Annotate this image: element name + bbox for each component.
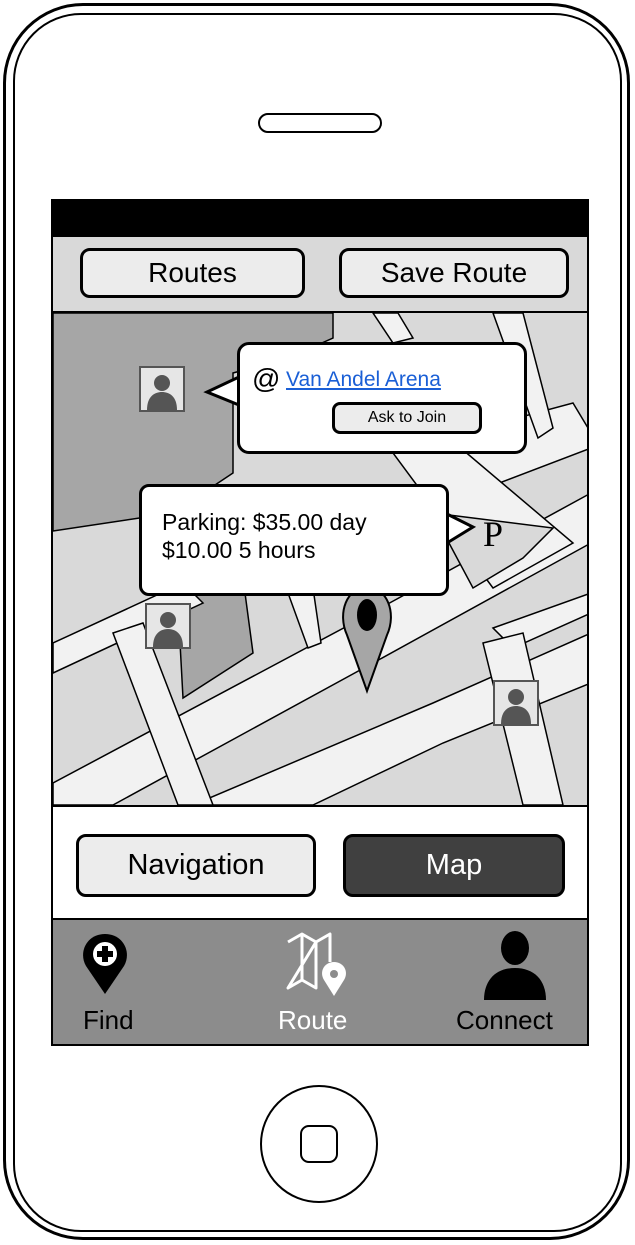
person-icon	[484, 931, 546, 1000]
parking-rate-day: Parking: $35.00 day	[162, 509, 367, 535]
home-button[interactable]	[260, 1085, 378, 1203]
parking-rate-hours: $10.00 5 hours	[162, 537, 316, 563]
status-bar	[53, 201, 587, 237]
bottom-tab-bar: Find Route Connect	[53, 920, 587, 1044]
routes-button[interactable]: Routes	[80, 248, 305, 298]
save-route-button[interactable]: Save Route	[339, 248, 569, 298]
phone-speaker	[258, 113, 382, 133]
folded-map-pin-icon	[286, 932, 346, 996]
map-button[interactable]: Map	[343, 834, 565, 897]
ask-to-join-button[interactable]: Ask to Join	[332, 402, 482, 434]
friend-avatar-icon[interactable]	[139, 366, 185, 412]
parking-marker[interactable]: P	[483, 513, 503, 555]
map-pin-plus-icon	[83, 934, 127, 994]
view-mode-bar: Navigation Map	[53, 805, 587, 920]
tab-connect[interactable]: Connect	[438, 920, 587, 1044]
at-symbol: @	[252, 363, 281, 394]
tab-connect-label: Connect	[456, 1005, 553, 1035]
venue-callout: @ Van Andel Arena Ask to Join	[237, 342, 527, 454]
tab-find-label: Find	[83, 1005, 134, 1035]
map-view[interactable]: @ Van Andel Arena Ask to Join Parking: $…	[53, 313, 587, 805]
friend-avatar-icon[interactable]	[145, 603, 191, 649]
tab-find[interactable]: Find	[53, 920, 203, 1044]
tab-route-label: Route	[278, 1005, 348, 1035]
venue-link[interactable]: Van Andel Arena	[286, 368, 441, 392]
top-toolbar: Routes Save Route	[53, 237, 587, 313]
tab-route[interactable]: Route	[248, 920, 398, 1044]
home-button-square-icon	[300, 1125, 338, 1163]
parking-callout: Parking: $35.00 day $10.00 5 hours	[139, 484, 449, 596]
location-pin-icon[interactable]	[339, 583, 395, 695]
friend-avatar-icon[interactable]	[493, 680, 539, 726]
navigation-button[interactable]: Navigation	[76, 834, 316, 897]
phone-screen: Routes Save Route @ Van Andel Arena Ask …	[51, 199, 589, 1046]
